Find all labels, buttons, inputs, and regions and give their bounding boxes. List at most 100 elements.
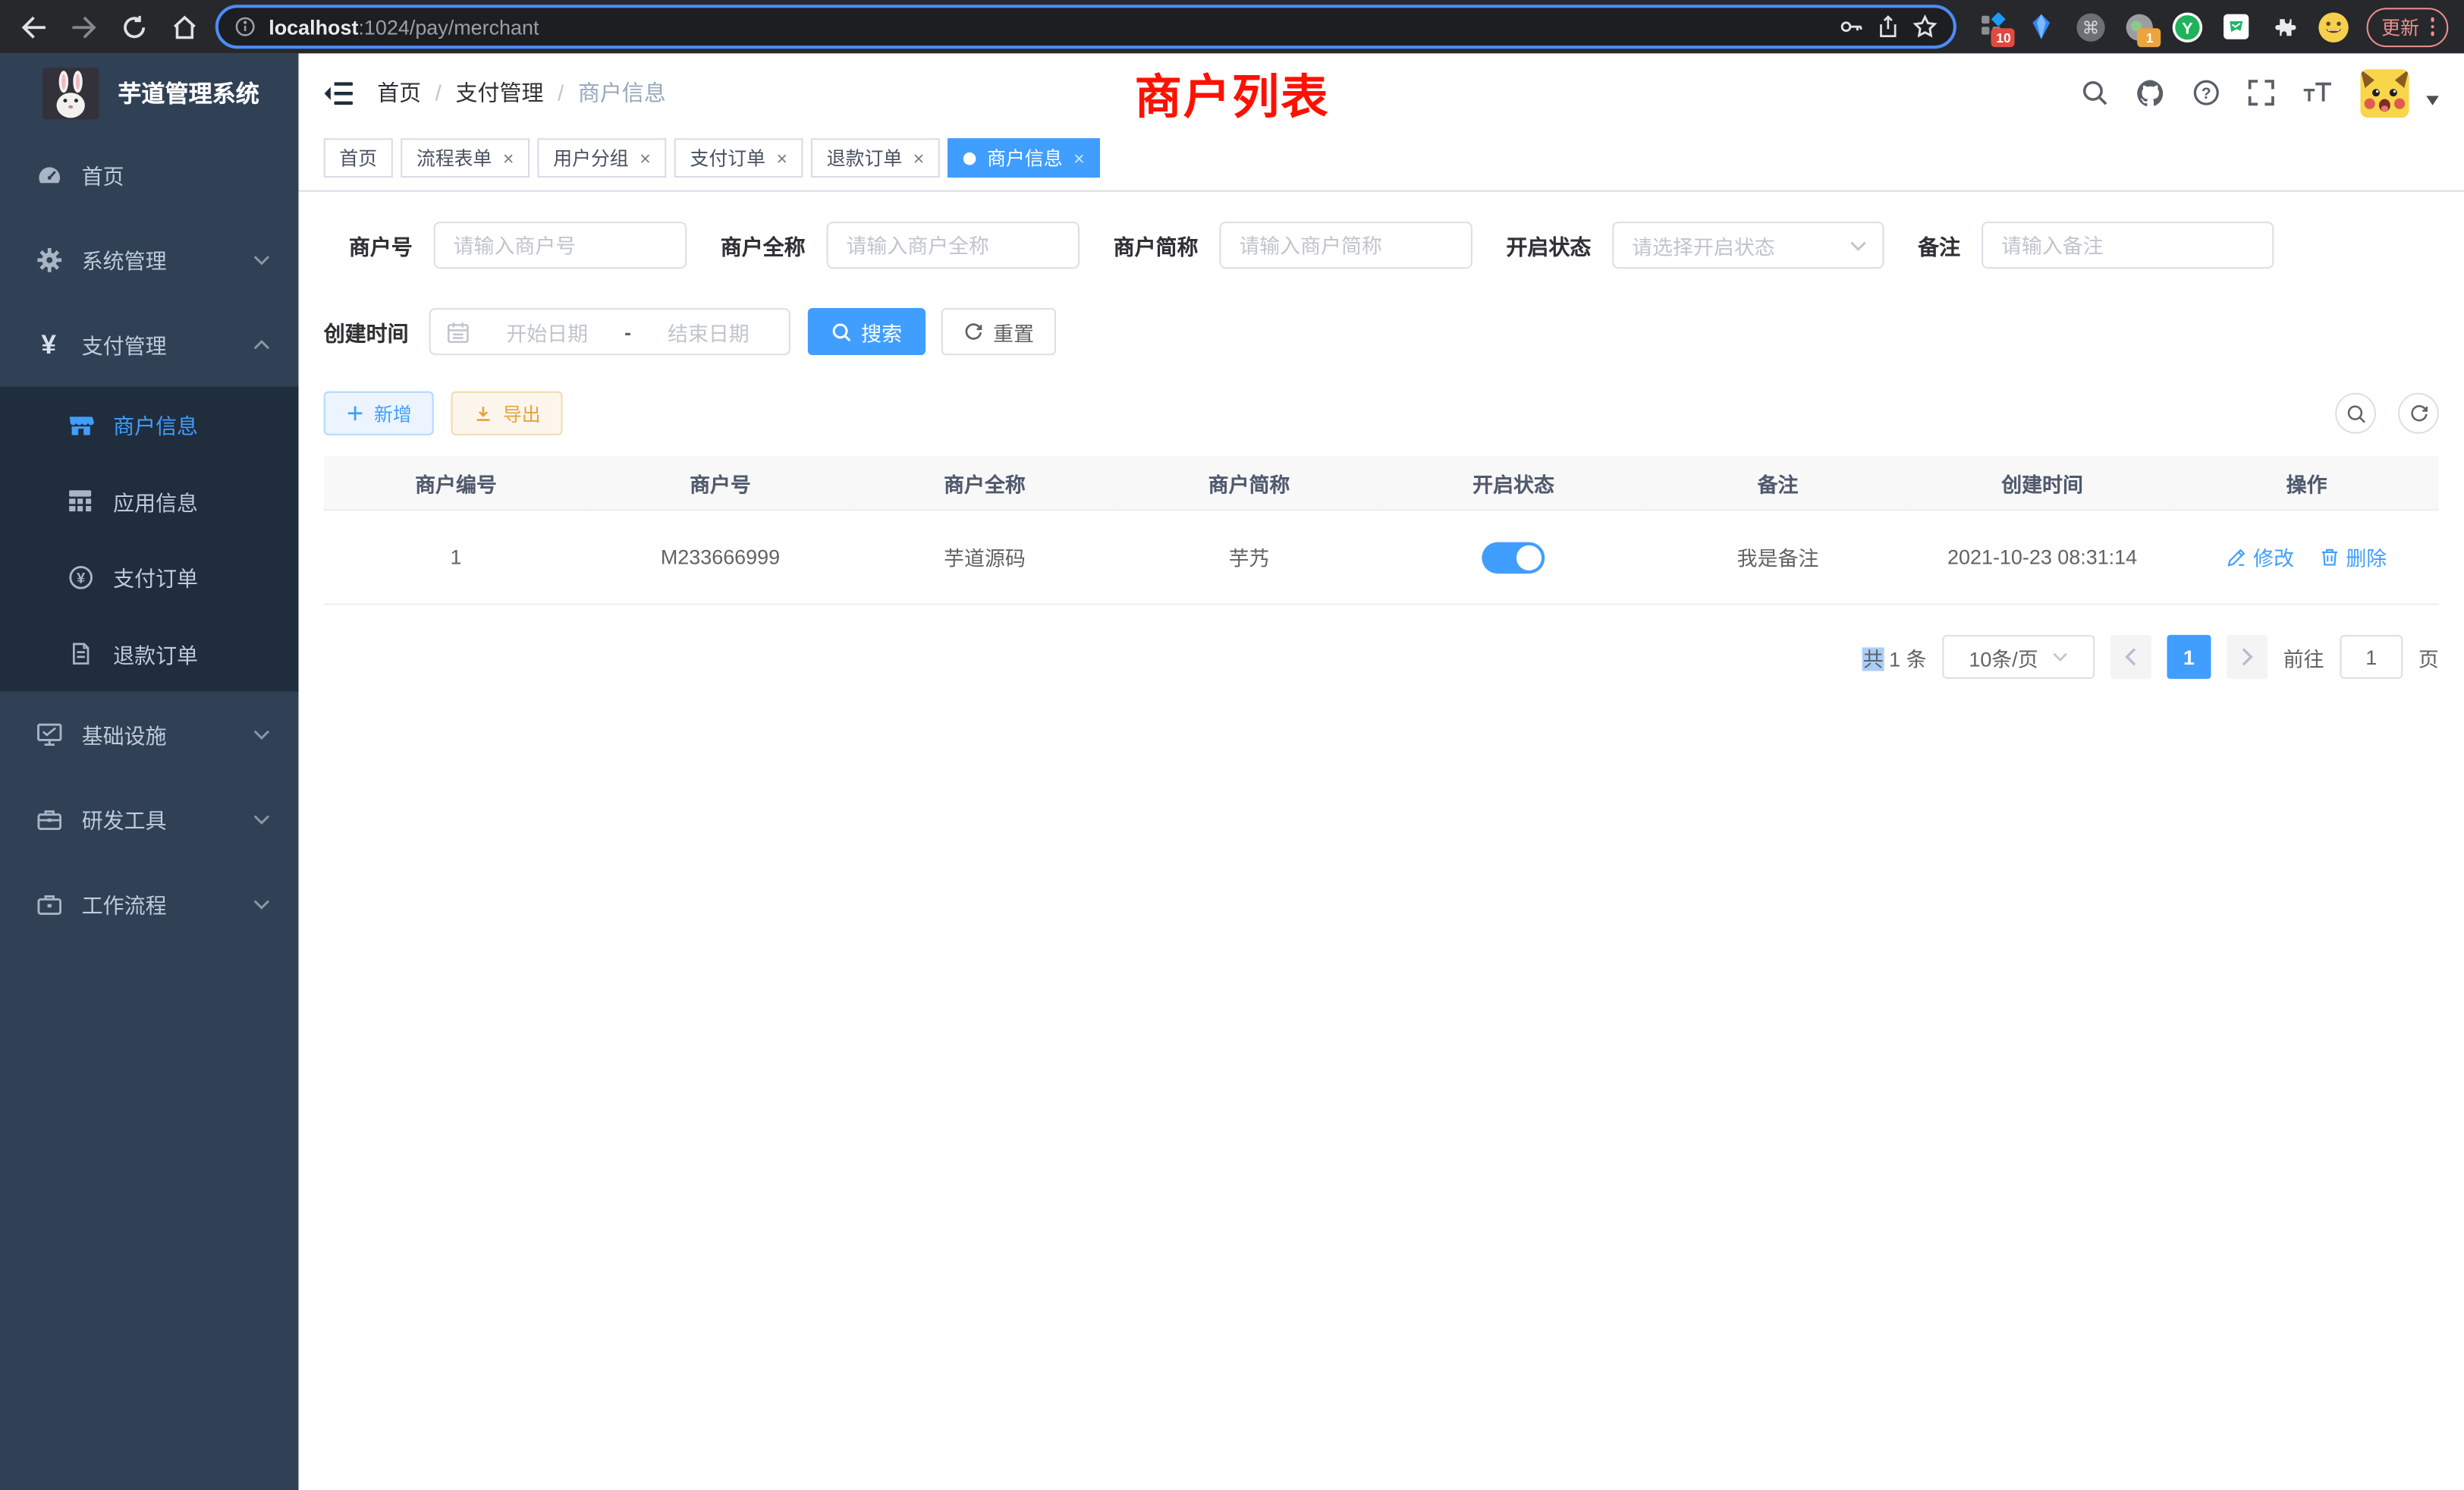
share-icon[interactable] xyxy=(1877,14,1900,39)
hamburger-icon[interactable] xyxy=(324,80,354,106)
next-page-button[interactable] xyxy=(2227,635,2268,679)
screen: localhost:1024/pay/merchant 10 ⌘ 1 Y xyxy=(0,0,2464,1490)
document-icon xyxy=(66,641,94,666)
star-icon[interactable] xyxy=(1913,14,1938,39)
logo-avatar xyxy=(42,67,99,118)
chevron-down-icon xyxy=(253,813,271,825)
sidebar-item-payment[interactable]: ¥ 支付管理 xyxy=(0,302,299,387)
page-number-1[interactable]: 1 xyxy=(2167,635,2211,679)
breadcrumb: 首页 / 支付管理 / 商户信息 xyxy=(377,77,666,108)
breadcrumb-payment[interactable]: 支付管理 xyxy=(455,77,543,108)
font-size-icon[interactable] xyxy=(2302,79,2334,107)
user-avatar[interactable] xyxy=(2360,68,2409,117)
status-extension-icon[interactable]: 1 xyxy=(2124,11,2155,42)
delete-link[interactable]: 删除 xyxy=(2319,542,2387,572)
close-icon[interactable]: × xyxy=(503,149,514,168)
tab-home[interactable]: 首页 xyxy=(324,138,393,178)
export-button[interactable]: 导出 xyxy=(451,391,563,435)
sidebar-item-infrastructure[interactable]: 基础设施 xyxy=(0,691,299,776)
status-toggle[interactable] xyxy=(1482,542,1545,573)
edit-link[interactable]: 修改 xyxy=(2227,542,2294,572)
sidebar-item-refund-order[interactable]: 退款订单 xyxy=(0,615,299,691)
tab-refund-order[interactable]: 退款订单× xyxy=(811,138,940,178)
refresh-icon xyxy=(963,322,984,342)
home-icon[interactable] xyxy=(167,9,202,44)
sidebar-item-label: 退款订单 xyxy=(113,637,198,668)
sidebar-item-label: 研发工具 xyxy=(82,803,167,835)
forward-icon[interactable] xyxy=(66,9,101,44)
short-name-input[interactable] xyxy=(1218,222,1472,269)
field-label: 开启状态 xyxy=(1506,229,1591,260)
sidebar-item-system[interactable]: 系统管理 xyxy=(0,217,299,302)
svg-text:¥: ¥ xyxy=(76,570,84,586)
search-icon[interactable] xyxy=(2081,79,2109,107)
close-icon[interactable]: × xyxy=(913,149,925,168)
search-button[interactable]: 搜索 xyxy=(808,308,926,355)
sidebar-item-app-info[interactable]: 应用信息 xyxy=(0,463,299,539)
url-text[interactable]: localhost:1024/pay/merchant xyxy=(269,15,539,39)
browser-extensions: 10 ⌘ 1 Y xyxy=(1978,11,2350,42)
browser-menu-icon[interactable] xyxy=(2430,17,2434,36)
date-range-input[interactable]: 开始日期 - 结束日期 xyxy=(429,308,790,355)
puzzle-icon[interactable] xyxy=(2270,11,2301,42)
grid-extension-icon[interactable]: 10 xyxy=(1978,11,2009,42)
close-icon[interactable]: × xyxy=(776,149,787,168)
add-button[interactable]: 新增 xyxy=(324,391,434,435)
sidebar-item-merchant-info[interactable]: 商户信息 xyxy=(0,387,299,463)
tab-merchant-info[interactable]: 商户信息× xyxy=(948,138,1100,178)
filter-short-name: 商户简称 xyxy=(1114,222,1472,269)
total-count: 共 1 条 xyxy=(1863,642,1927,671)
dropdown-caret[interactable] xyxy=(2426,96,2439,105)
browser-update-button[interactable]: 更新 xyxy=(2368,7,2449,46)
command-extension-icon[interactable]: ⌘ xyxy=(2075,11,2106,42)
app: 芋道管理系统 首页 系统管理 ¥ 支付管理 xyxy=(0,53,2464,1490)
key-icon[interactable] xyxy=(1840,14,1865,39)
close-icon[interactable]: × xyxy=(1073,149,1085,168)
full-name-input[interactable] xyxy=(826,222,1080,269)
y-extension-icon[interactable]: Y xyxy=(2173,11,2204,42)
refresh-circle-button[interactable] xyxy=(2398,393,2439,434)
reset-button[interactable]: 重置 xyxy=(941,308,1056,355)
reload-icon[interactable] xyxy=(116,9,151,44)
chevron-down-icon xyxy=(253,898,271,910)
help-icon[interactable]: ? xyxy=(2192,79,2220,107)
jump-prefix: 前往 xyxy=(2283,642,2324,671)
extension-badge: 1 xyxy=(2138,28,2161,47)
svg-text:?: ? xyxy=(2202,85,2211,102)
sidebar-item-workflow[interactable]: 工作流程 xyxy=(0,861,299,946)
gem-extension-icon[interactable] xyxy=(2026,11,2057,42)
tab-process-form[interactable]: 流程表单× xyxy=(401,138,530,178)
yen-circle-icon: ¥ xyxy=(66,564,94,590)
sidebar-item-dev-tools[interactable]: 研发工具 xyxy=(0,776,299,861)
github-icon[interactable] xyxy=(2136,78,2165,108)
filter-merchant-no: 商户号 xyxy=(349,222,686,269)
column-header: 商户全称 xyxy=(853,456,1117,511)
jump-page-input[interactable] xyxy=(2340,635,2403,679)
breadcrumb-home[interactable]: 首页 xyxy=(377,77,421,108)
sidebar-item-home[interactable]: 首页 xyxy=(0,132,299,217)
page-size-select[interactable]: 10条/页 xyxy=(1942,635,2095,679)
tab-pay-order[interactable]: 支付订单× xyxy=(674,138,803,178)
trash-icon xyxy=(2319,547,2340,567)
status-select[interactable]: 请选择开启状态 xyxy=(1611,222,1883,269)
tabbar: 首页 流程表单× 用户分组× 支付订单× 退款订单× 商户信息× xyxy=(299,132,2464,192)
profile-emoji-avatar[interactable] xyxy=(2318,11,2349,42)
chat-extension-icon[interactable] xyxy=(2221,11,2252,42)
field-label: 创建时间 xyxy=(324,316,409,347)
back-icon[interactable] xyxy=(16,9,51,44)
address-bar[interactable]: localhost:1024/pay/merchant xyxy=(215,5,1957,49)
logo-row[interactable]: 芋道管理系统 xyxy=(0,53,299,132)
search-circle-button[interactable] xyxy=(2335,393,2376,434)
info-icon[interactable] xyxy=(234,16,256,38)
close-icon[interactable]: × xyxy=(640,149,651,168)
prev-page-button[interactable] xyxy=(2110,635,2151,679)
toggle-knob xyxy=(1516,545,1542,570)
column-header: 商户号 xyxy=(588,456,853,511)
remark-input[interactable] xyxy=(1981,222,2273,269)
tab-user-group[interactable]: 用户分组× xyxy=(538,138,667,178)
merchant-no-input[interactable] xyxy=(433,222,686,269)
sidebar-item-pay-order[interactable]: ¥ 支付订单 xyxy=(0,539,299,615)
cell-full-name: 芋道源码 xyxy=(853,511,1117,605)
fullscreen-icon[interactable] xyxy=(2247,79,2275,107)
date-start-placeholder: 开始日期 xyxy=(482,316,612,346)
